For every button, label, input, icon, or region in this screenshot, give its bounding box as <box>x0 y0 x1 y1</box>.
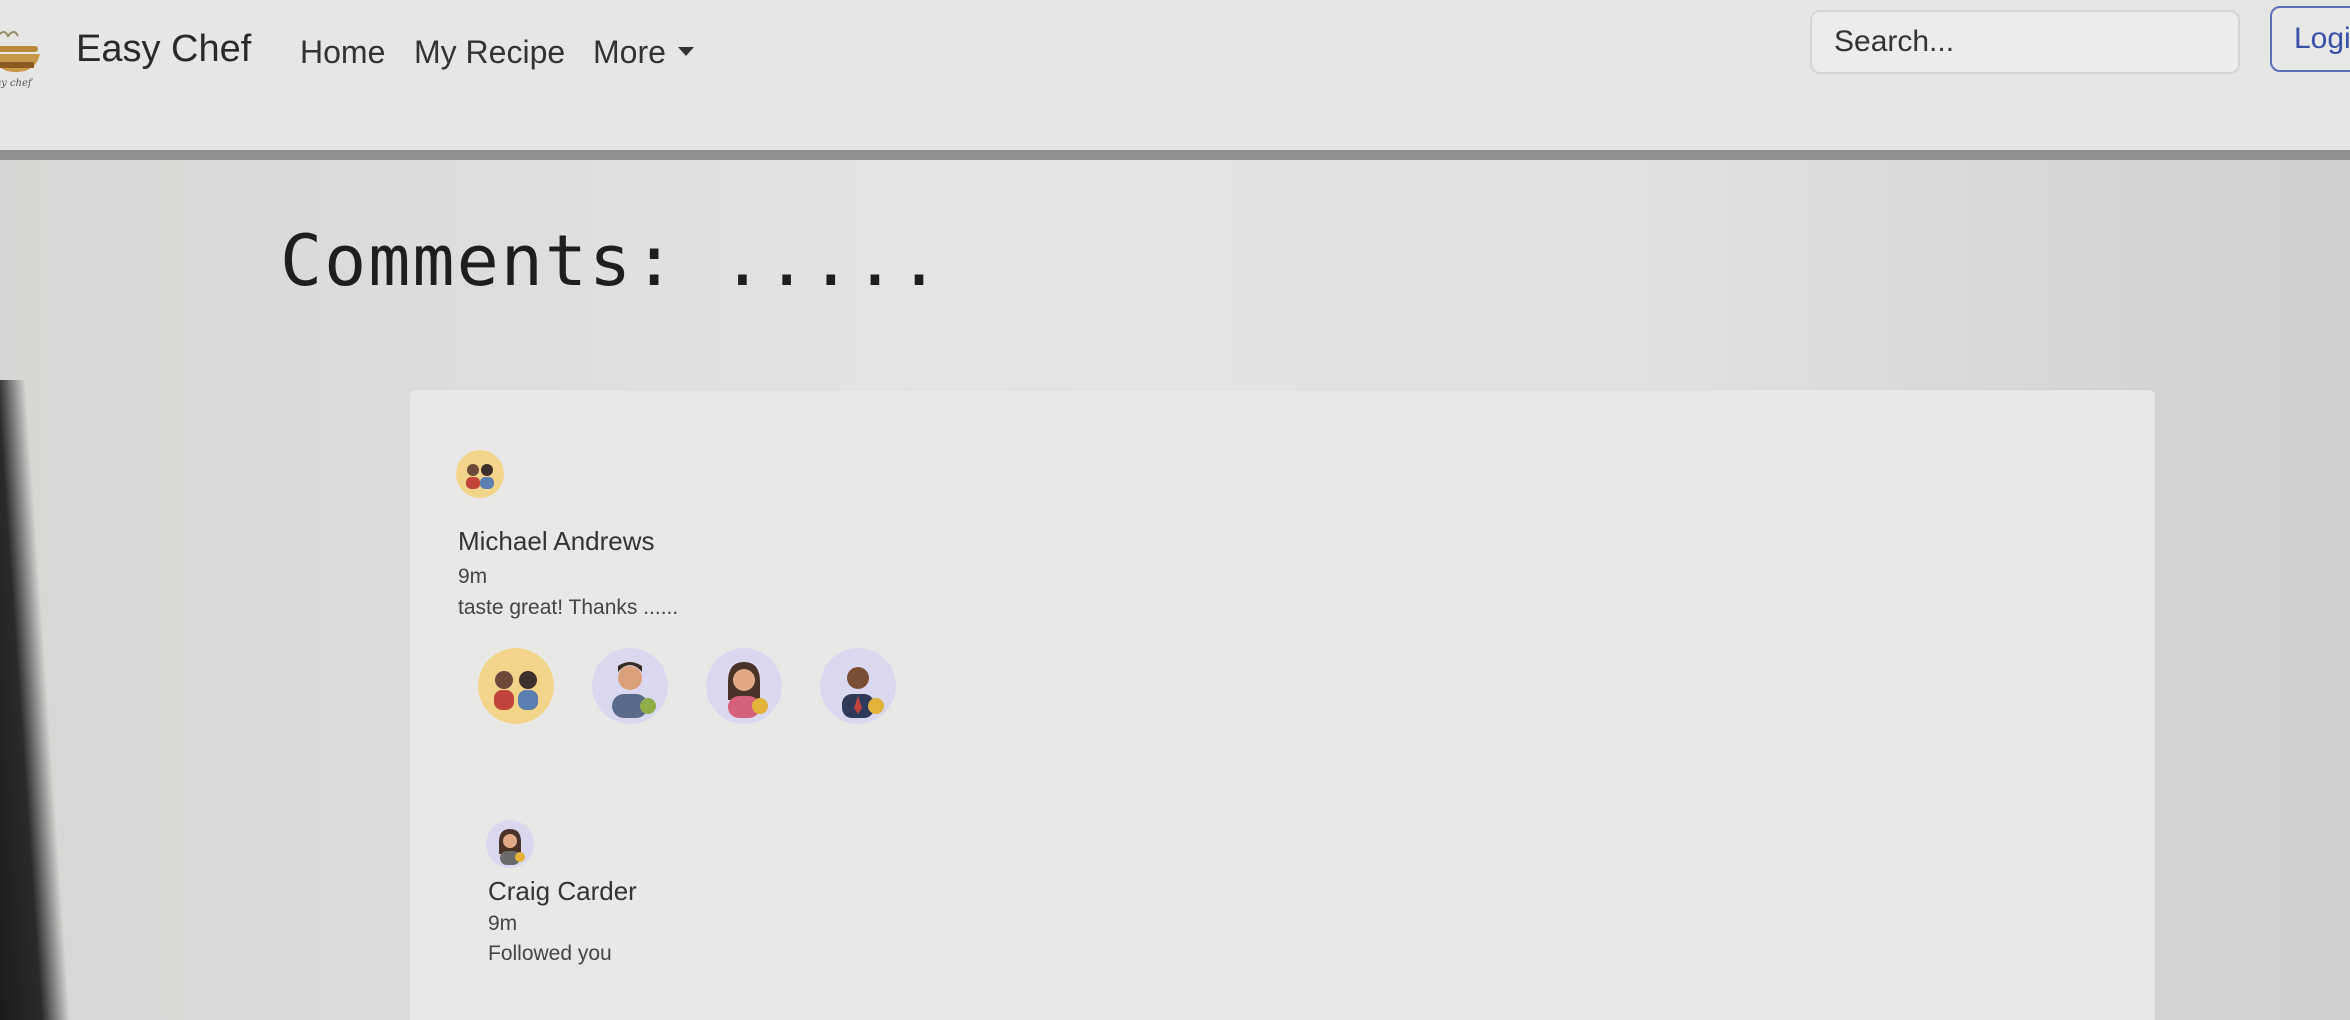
comment-time: 9m <box>458 565 488 588</box>
comment-author[interactable]: Michael Andrews <box>458 526 655 557</box>
nav-my-recipe-link[interactable]: My Recipe <box>414 34 565 71</box>
woman-avatar-icon[interactable] <box>486 820 534 868</box>
comment-text: taste great! Thanks ...... <box>458 596 679 619</box>
brand-title[interactable]: Easy Chef <box>76 28 251 71</box>
group-avatar-icon[interactable] <box>478 648 554 724</box>
man-avatar-icon[interactable] <box>592 648 668 724</box>
nav-home-link[interactable]: Home <box>300 34 385 71</box>
nav-more-label: More <box>593 34 666 70</box>
comments-card: Michael Andrews 9m taste great! Thanks .… <box>410 390 2155 1020</box>
comment-text: Followed you <box>488 942 612 965</box>
businessman-avatar-icon[interactable] <box>820 648 896 724</box>
nav-more-dropdown[interactable]: More <box>593 34 694 71</box>
comment-time: 9m <box>488 912 518 935</box>
screen: sy chef Easy Chef Home My Recipe More Lo… <box>0 0 2350 1020</box>
navbar: sy chef Easy Chef Home My Recipe More Lo… <box>0 0 2350 160</box>
chevron-down-icon <box>677 47 694 57</box>
chef-bowl-logo-icon[interactable]: sy chef <box>0 22 50 92</box>
search-input[interactable] <box>1810 10 2240 74</box>
comments-heading: Comments: ..... <box>280 220 943 302</box>
login-button[interactable]: Login <box>2270 6 2350 72</box>
svg-text:sy chef: sy chef <box>0 78 34 89</box>
comment-author[interactable]: Craig Carder <box>488 876 637 907</box>
screen-bezel <box>0 380 70 1020</box>
group-avatar-icon[interactable] <box>456 450 504 498</box>
woman-avatar-icon[interactable] <box>706 648 782 724</box>
